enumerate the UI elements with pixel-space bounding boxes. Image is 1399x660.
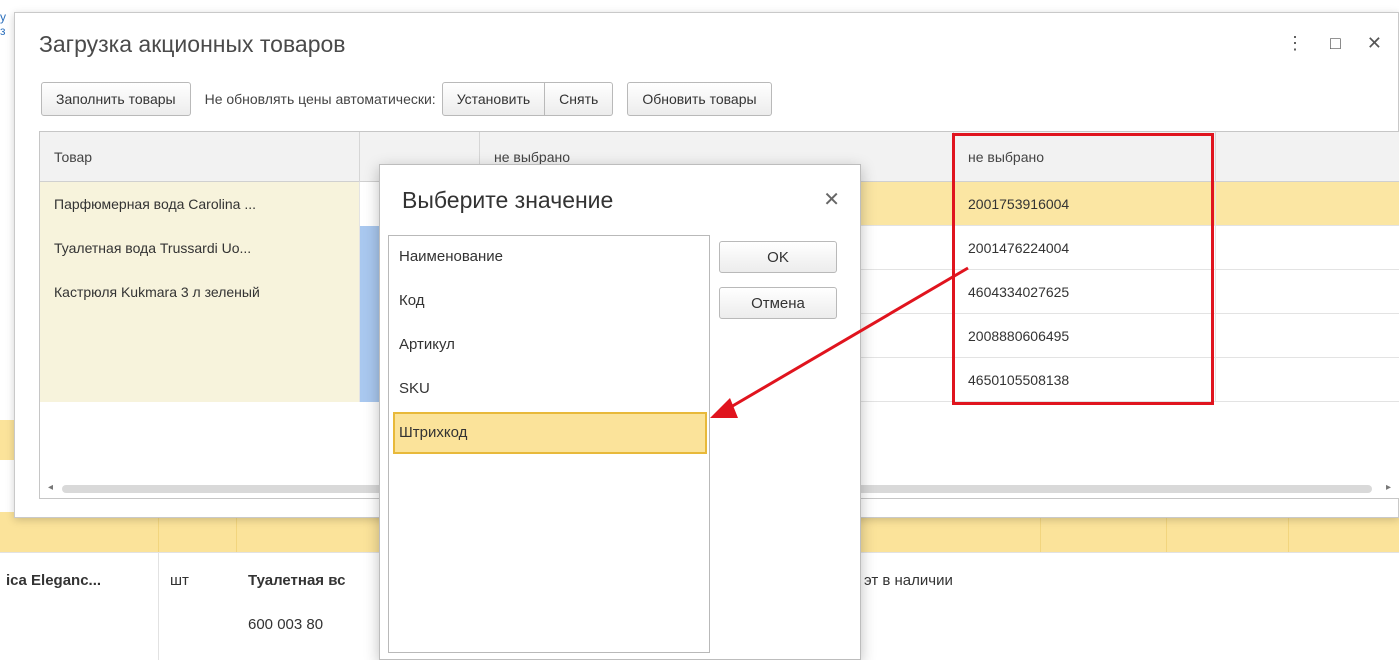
cell-product: Кастрюля Kukmara 3 л зеленый xyxy=(40,270,360,314)
divider xyxy=(236,512,237,552)
scroll-left-icon[interactable]: ◂ xyxy=(48,482,53,493)
cell-product xyxy=(40,314,360,358)
list-item-barcode[interactable]: Штрихкод xyxy=(393,412,707,454)
set-button[interactable]: Установить xyxy=(441,82,546,116)
scroll-right-icon[interactable]: ▸ xyxy=(1386,482,1391,493)
cell-product: Туалетная вода Trussardi Uo... xyxy=(40,226,360,270)
column-header-product[interactable]: Товар xyxy=(40,132,360,182)
divider xyxy=(1288,512,1289,552)
ok-button[interactable]: OK xyxy=(719,241,837,273)
update-goods-button[interactable]: Обновить товары xyxy=(627,82,772,116)
divider xyxy=(158,552,159,660)
list-item-code[interactable]: Код xyxy=(393,280,707,322)
cancel-button[interactable]: Отмена xyxy=(719,287,837,319)
close-icon[interactable]: ✕ xyxy=(823,187,840,212)
form-title: Загрузка акционных товаров xyxy=(39,31,346,57)
close-icon[interactable]: ✕ xyxy=(1367,33,1382,54)
remove-button[interactable]: Снять xyxy=(545,82,614,116)
fill-goods-button[interactable]: Заполнить товары xyxy=(41,82,191,116)
maximize-icon[interactable]: □ xyxy=(1330,33,1341,54)
price-lock-button-group: Установить Снять xyxy=(441,82,614,116)
highlight-box xyxy=(952,133,1214,405)
divider xyxy=(1166,512,1167,552)
choose-value-dialog: Выберите значение ✕ Наименование Код Арт… xyxy=(379,164,861,660)
no-auto-price-label: Не обновлять цены автоматически: xyxy=(204,91,436,107)
bg-item-status: эт в наличии xyxy=(864,572,953,589)
more-icon[interactable]: ⋮ xyxy=(1286,33,1304,54)
bg-mark: у xyxy=(0,10,6,24)
divider xyxy=(158,512,159,552)
window-controls: ⋮ □ ✕ xyxy=(1286,33,1382,54)
bg-item-code: 600 003 80 xyxy=(248,616,324,633)
divider xyxy=(1040,512,1041,552)
cell-product: Парфюмерная вода Carolina ... xyxy=(40,182,360,226)
list-item-sku[interactable]: SKU xyxy=(393,368,707,410)
column-header-extra[interactable] xyxy=(1216,132,1399,182)
toolbar: Заполнить товары Не обновлять цены автом… xyxy=(41,82,772,116)
cell-product xyxy=(40,358,360,402)
list-item-article[interactable]: Артикул xyxy=(393,324,707,366)
bg-mark: з xyxy=(0,24,6,38)
bg-product-name: ica Eleganc... xyxy=(6,572,102,589)
value-list: Наименование Код Артикул SKU Штрихкод xyxy=(388,235,710,653)
dialog-title: Выберите значение xyxy=(402,187,614,213)
background-left-marks: у з xyxy=(0,10,10,430)
bg-item-name: Туалетная вс xyxy=(248,572,346,589)
list-item-name[interactable]: Наименование xyxy=(393,236,707,278)
bg-unit: шт xyxy=(170,572,189,589)
